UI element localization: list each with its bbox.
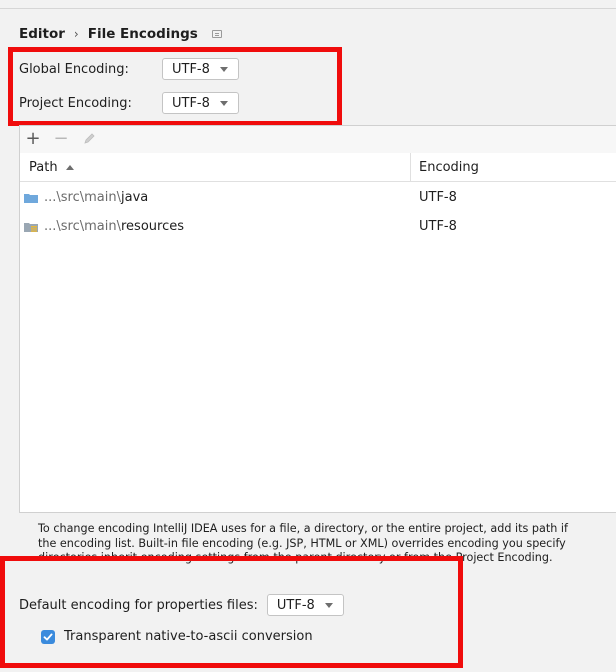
native-to-ascii-row[interactable]: Transparent native-to-ascii conversion: [41, 629, 313, 644]
remove-path-button[interactable]: −: [51, 129, 71, 149]
global-encoding-label: Global Encoding:: [19, 61, 129, 77]
native-to-ascii-label: Transparent native-to-ascii conversion: [64, 629, 313, 644]
pencil-icon: [84, 133, 95, 144]
properties-encoding-dropdown[interactable]: UTF-8: [266, 594, 344, 616]
add-path-button[interactable]: +: [23, 129, 43, 149]
help-text-line: directories inherit encoding settings fr…: [38, 551, 553, 564]
table-row[interactable]: ...\src\main\ java UTF-8: [20, 183, 616, 212]
encoding-cell[interactable]: UTF-8: [419, 212, 457, 241]
chevron-down-icon: [324, 602, 333, 608]
checkmark-icon: [43, 633, 53, 640]
table-toolbar: + −: [20, 126, 616, 154]
sort-ascending-icon: [65, 164, 74, 170]
help-text-line: the encoding list. Built-in file encodin…: [38, 536, 566, 550]
global-encoding-row: Global Encoding: UTF-8: [19, 58, 239, 80]
help-text: To change encoding IntelliJ IDEA uses fo…: [38, 522, 616, 566]
path-cell: ...\src\main\ java: [24, 183, 148, 212]
resources-folder-icon: [24, 222, 38, 232]
project-encoding-value: UTF-8: [172, 95, 210, 111]
column-header-encoding[interactable]: Encoding: [419, 153, 479, 181]
path-prefix: ...\src\main\: [44, 219, 121, 234]
breadcrumb-separator: ›: [73, 27, 79, 41]
help-text-line: To change encoding IntelliJ IDEA uses fo…: [38, 522, 568, 535]
path-name: java: [121, 190, 149, 205]
project-encoding-row: Project Encoding: UTF-8: [19, 92, 239, 114]
properties-encoding-row: Default encoding for properties files: U…: [19, 594, 344, 616]
breadcrumb: Editor › File Encodings: [19, 24, 222, 44]
table-row[interactable]: ...\src\main\ resources UTF-8: [20, 212, 616, 241]
column-divider[interactable]: [410, 153, 411, 181]
page-title: File Encodings: [87, 26, 198, 42]
path-cell: ...\src\main\ resources: [24, 212, 184, 241]
table-header: Path Encoding: [20, 153, 616, 182]
path-name: resources: [121, 219, 185, 234]
properties-encoding-label: Default encoding for properties files:: [19, 597, 258, 613]
settings-page-icon[interactable]: [211, 30, 222, 38]
chevron-down-icon: [219, 100, 228, 106]
column-header-path[interactable]: Path: [29, 153, 74, 181]
encoding-cell[interactable]: UTF-8: [419, 183, 457, 212]
global-encoding-dropdown[interactable]: UTF-8: [162, 58, 239, 80]
breadcrumb-parent[interactable]: Editor: [19, 26, 65, 42]
top-divider: [0, 8, 616, 9]
global-encoding-value: UTF-8: [172, 61, 210, 77]
chevron-down-icon: [219, 66, 228, 72]
project-encoding-dropdown[interactable]: UTF-8: [162, 92, 239, 114]
folder-icon: [24, 193, 38, 203]
path-prefix: ...\src\main\: [44, 190, 121, 205]
native-to-ascii-checkbox[interactable]: [41, 629, 55, 644]
project-encoding-label: Project Encoding:: [19, 95, 132, 111]
column-header-path-label: Path: [29, 159, 58, 175]
path-encoding-panel: + − Path Encoding ...\src\main\ java UTF-…: [19, 125, 616, 513]
edit-path-button[interactable]: [79, 129, 99, 149]
properties-encoding-value: UTF-8: [276, 597, 315, 613]
